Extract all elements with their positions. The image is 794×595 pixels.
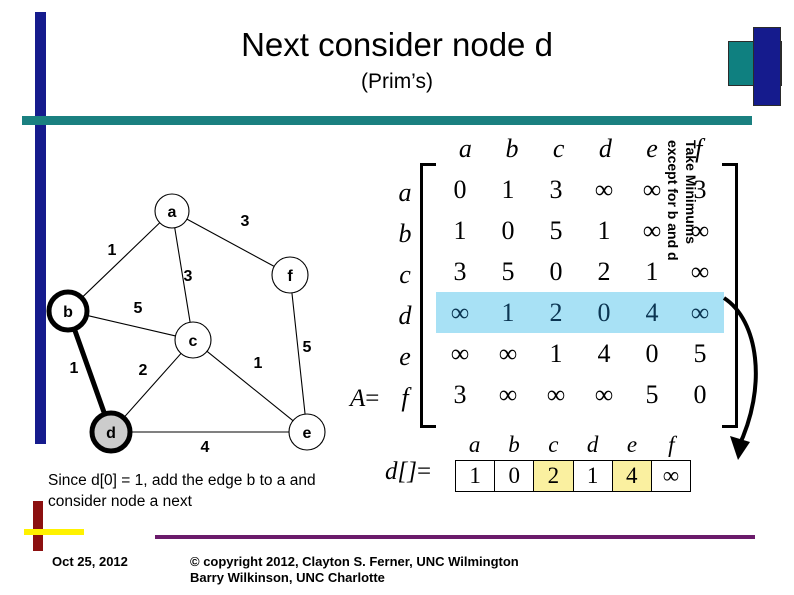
matrix-cell: 0 — [501, 216, 515, 245]
matrix-row-header: b — [398, 219, 412, 248]
distance-array-cell: 1 — [456, 461, 496, 491]
distance-array-cells: 1 0 2 1 4 ∞ — [455, 460, 691, 492]
matrix-name: A — [350, 385, 366, 412]
matrix-cell: 0 — [549, 257, 563, 286]
graph-edge — [71, 326, 108, 417]
matrix-cell: 3 — [453, 257, 467, 286]
footer-date: Oct 25, 2012 — [52, 554, 128, 569]
matrix-cell: 4 — [597, 339, 611, 368]
graph-node-label-a: a — [168, 204, 177, 221]
matrix-cell: 1 — [549, 339, 563, 368]
matrix-cell: ∞ — [498, 380, 518, 409]
matrix-cell: ∞ — [594, 175, 614, 204]
graph-edge-weight: 3 — [241, 213, 250, 230]
distance-array: d[]= abcdef 1 0 2 1 4 ∞ — [385, 432, 715, 507]
distance-array-col-header: d — [586, 432, 599, 457]
matrix-row-headers: abcdef — [392, 172, 418, 418]
side-note-line: Take Minimums — [683, 140, 699, 244]
graph-node-label-e: e — [303, 425, 312, 442]
matrix-cell: 1 — [501, 298, 515, 327]
graph-edge-weight: 3 — [184, 268, 193, 285]
graph-node-label-f: f — [287, 268, 293, 285]
footer-purple-rule — [155, 535, 755, 539]
distance-array-cell: 4 — [612, 461, 652, 491]
title-block: Next consider node d (Prim’s) — [0, 26, 794, 95]
distance-array-label: d[]= — [385, 458, 431, 486]
distance-array-cell: ∞ — [662, 463, 680, 488]
matrix-col-header: c — [552, 134, 565, 163]
curved-arrow-icon — [722, 296, 758, 460]
matrix-row: ∞ ∞ 1 4 0 5 — [436, 333, 724, 374]
matrix-col-header: b — [505, 134, 519, 163]
matrix-cell: ∞ — [450, 339, 470, 368]
matrix-cell: ∞ — [450, 298, 470, 327]
matrix-cell: 1 — [453, 216, 467, 245]
matrix-cell: 5 — [549, 216, 563, 245]
graph-edge — [186, 218, 275, 267]
matrix-row-header: a — [398, 178, 412, 207]
graph-edge — [85, 314, 177, 337]
distance-array-col-header: e — [626, 432, 638, 457]
matrix-cell: 5 — [645, 380, 659, 409]
graph-diagram: 1 3 3 5 1 2 1 4 5 a b c d e f — [46, 193, 326, 456]
distance-array-col-header: a — [468, 432, 481, 457]
graph-edge-weight: 1 — [108, 242, 117, 259]
graph-edge-weight: 1 — [254, 355, 263, 372]
matrix-cell: 2 — [549, 298, 563, 327]
distance-array-col-header: f — [668, 432, 675, 457]
matrix-cell: ∞ — [498, 339, 518, 368]
graph-edge — [123, 352, 182, 419]
graph-edge-weight: 5 — [303, 339, 312, 356]
page-title: Next consider node d — [241, 26, 553, 63]
matrix-cell: 2 — [597, 257, 611, 286]
graph-edge-weight: 4 — [201, 439, 210, 456]
matrix-row-header: d — [398, 301, 412, 330]
matrix-row: 3 ∞ ∞ ∞ 5 0 — [436, 374, 724, 415]
slide-canvas: Next consider node d (Prim’s) 1 3 3 5 1 2 1 4 5 … — [0, 0, 794, 595]
matrix-cell: 0 — [645, 339, 659, 368]
graph-edge — [206, 350, 294, 422]
graph-node-label-c: c — [189, 333, 198, 350]
matrix-col-header: a — [458, 134, 472, 163]
body-text: Since d[0] = 1, add the edge b to a and … — [48, 472, 316, 510]
matrix-cell: 3 — [549, 175, 563, 204]
distance-array-col-header: c — [548, 432, 559, 457]
page-subtitle: (Prim’s) — [361, 70, 433, 93]
distance-array-column-headers: a b c d e f — [455, 432, 691, 458]
matrix-cell: 5 — [501, 257, 515, 286]
distance-array-col-header: b — [508, 432, 520, 457]
matrix-equals: = — [365, 385, 380, 412]
footer-yellow-accent-bar — [24, 529, 84, 535]
matrix-row-header: e — [399, 342, 411, 371]
matrix-cell: 1 — [597, 216, 611, 245]
distance-array-cell: 2 — [534, 461, 574, 491]
matrix-cell: 3 — [453, 380, 467, 409]
matrix-bracket-left — [420, 163, 436, 428]
distance-array-cell: 0 — [495, 461, 535, 491]
header-teal-rule — [22, 116, 752, 125]
graph-edge-weight: 1 — [70, 360, 79, 377]
graph-node-label-b: b — [63, 304, 73, 321]
distance-array-cell: 1 — [574, 461, 613, 491]
matrix-cell: 0 — [597, 298, 611, 327]
matrix-cell: 0 — [453, 175, 467, 204]
distance-array-equals: = — [416, 458, 432, 485]
matrix-row-header: c — [399, 260, 411, 289]
matrix-cell: ∞ — [594, 380, 614, 409]
side-note-line: except for b and d — [665, 140, 681, 261]
matrix-col-header: d — [598, 134, 612, 163]
graph-edge-weight: 5 — [134, 300, 143, 317]
distance-array-name: d[] — [385, 458, 417, 485]
matrix-row-header: f — [401, 383, 409, 412]
footer-copyright: © copyright 2012, Clayton S. Ferner, UNC… — [190, 554, 519, 585]
matrix-cell: ∞ — [546, 380, 566, 409]
graph-node-label-d: d — [106, 425, 116, 442]
graph-edge — [81, 222, 161, 299]
matrix-cell: 1 — [501, 175, 515, 204]
side-note-text: Take Minimums except for b and d — [664, 140, 700, 300]
matrix-label: A= — [350, 385, 379, 413]
graph-edge-weight: 2 — [139, 362, 148, 379]
footer-red-accent-bar — [33, 501, 43, 551]
